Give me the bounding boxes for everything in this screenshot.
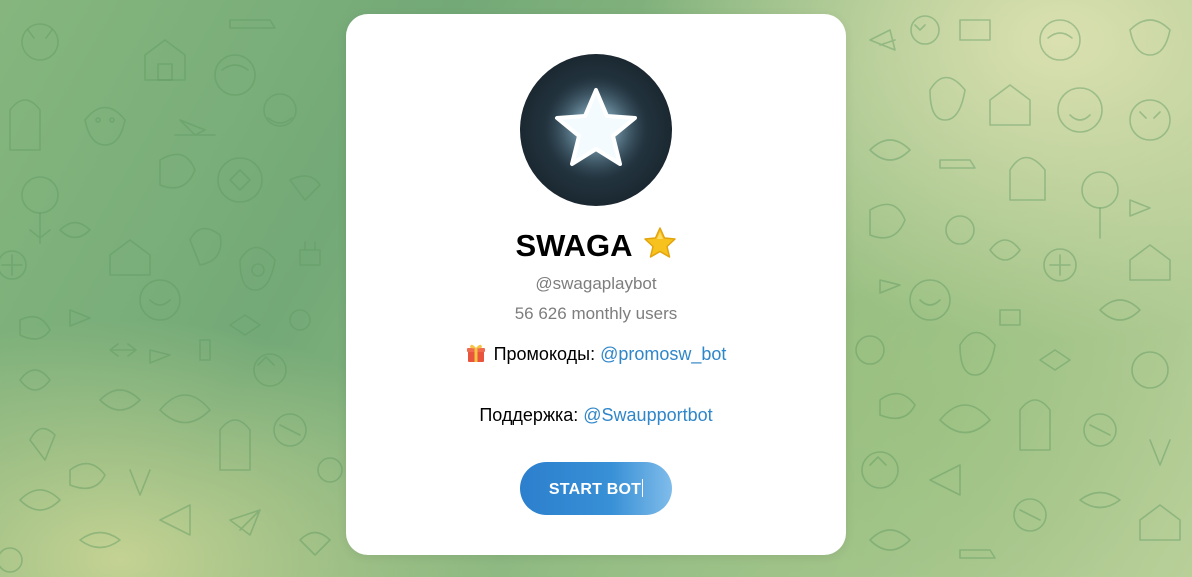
support-label: Поддержка:	[479, 405, 584, 425]
star-emoji-icon	[643, 226, 677, 270]
bot-name-row: SWAGA	[346, 226, 846, 270]
promo-line: Промокоды: @promosw_bot	[346, 343, 846, 368]
bot-username: @swagaplaybot	[535, 274, 657, 293]
glowing-star-icon	[544, 76, 648, 180]
bot-name: SWAGA	[515, 228, 633, 263]
support-line: Поддержка: @Swaupportbot	[346, 405, 846, 426]
support-bot-link[interactable]: @Swaupportbot	[583, 405, 712, 425]
promo-bot-link[interactable]: @promosw_bot	[600, 344, 726, 364]
start-bot-button[interactable]: START BOT	[520, 462, 672, 515]
bot-avatar	[520, 54, 672, 206]
bot-card: SWAGA @swagaplaybot 56 626 monthly users…	[346, 14, 846, 555]
promo-label: Промокоды:	[493, 344, 601, 364]
monthly-users-count: 56 626 monthly users	[514, 304, 678, 323]
text-cursor	[642, 478, 644, 497]
gift-emoji-icon	[466, 343, 486, 368]
start-bot-label: START BOT	[548, 480, 642, 498]
